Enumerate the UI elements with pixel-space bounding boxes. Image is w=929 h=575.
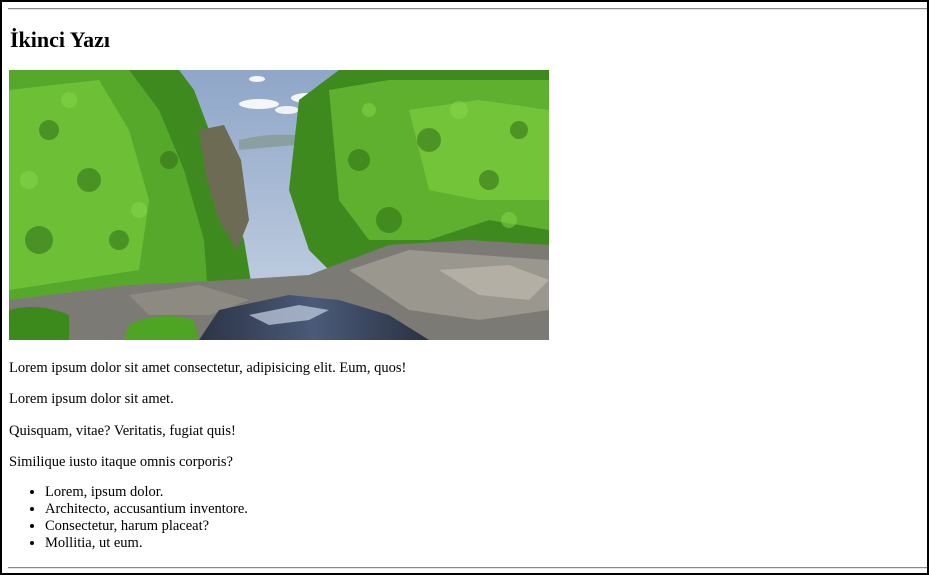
list-item: Mollitia, ut eum. [45,535,248,552]
paragraph-3: Quisquam, vitae? Veritatis, fugiat quis! [9,423,236,439]
list-item: Consectetur, harum placeat? [45,518,248,535]
bullet-list: Lorem, ipsum dolor. Architecto, accusant… [9,484,248,552]
bottom-divider [8,567,927,569]
list-item: Lorem, ipsum dolor. [45,484,248,501]
post-image [9,70,549,340]
paragraph-2: Lorem ipsum dolor sit amet. [9,391,174,407]
page-frame: İkinci Yazı Lorem ipsum dolor sit amet c… [0,0,929,575]
paragraph-1: Lorem ipsum dolor sit amet consectetur, … [9,360,407,376]
paragraph-4: Similique iusto itaque omnis corporis? [9,454,233,470]
post-title: İkinci Yazı [10,27,111,52]
list-item: Architecto, accusantium inventore. [45,501,248,518]
top-divider [8,8,927,10]
